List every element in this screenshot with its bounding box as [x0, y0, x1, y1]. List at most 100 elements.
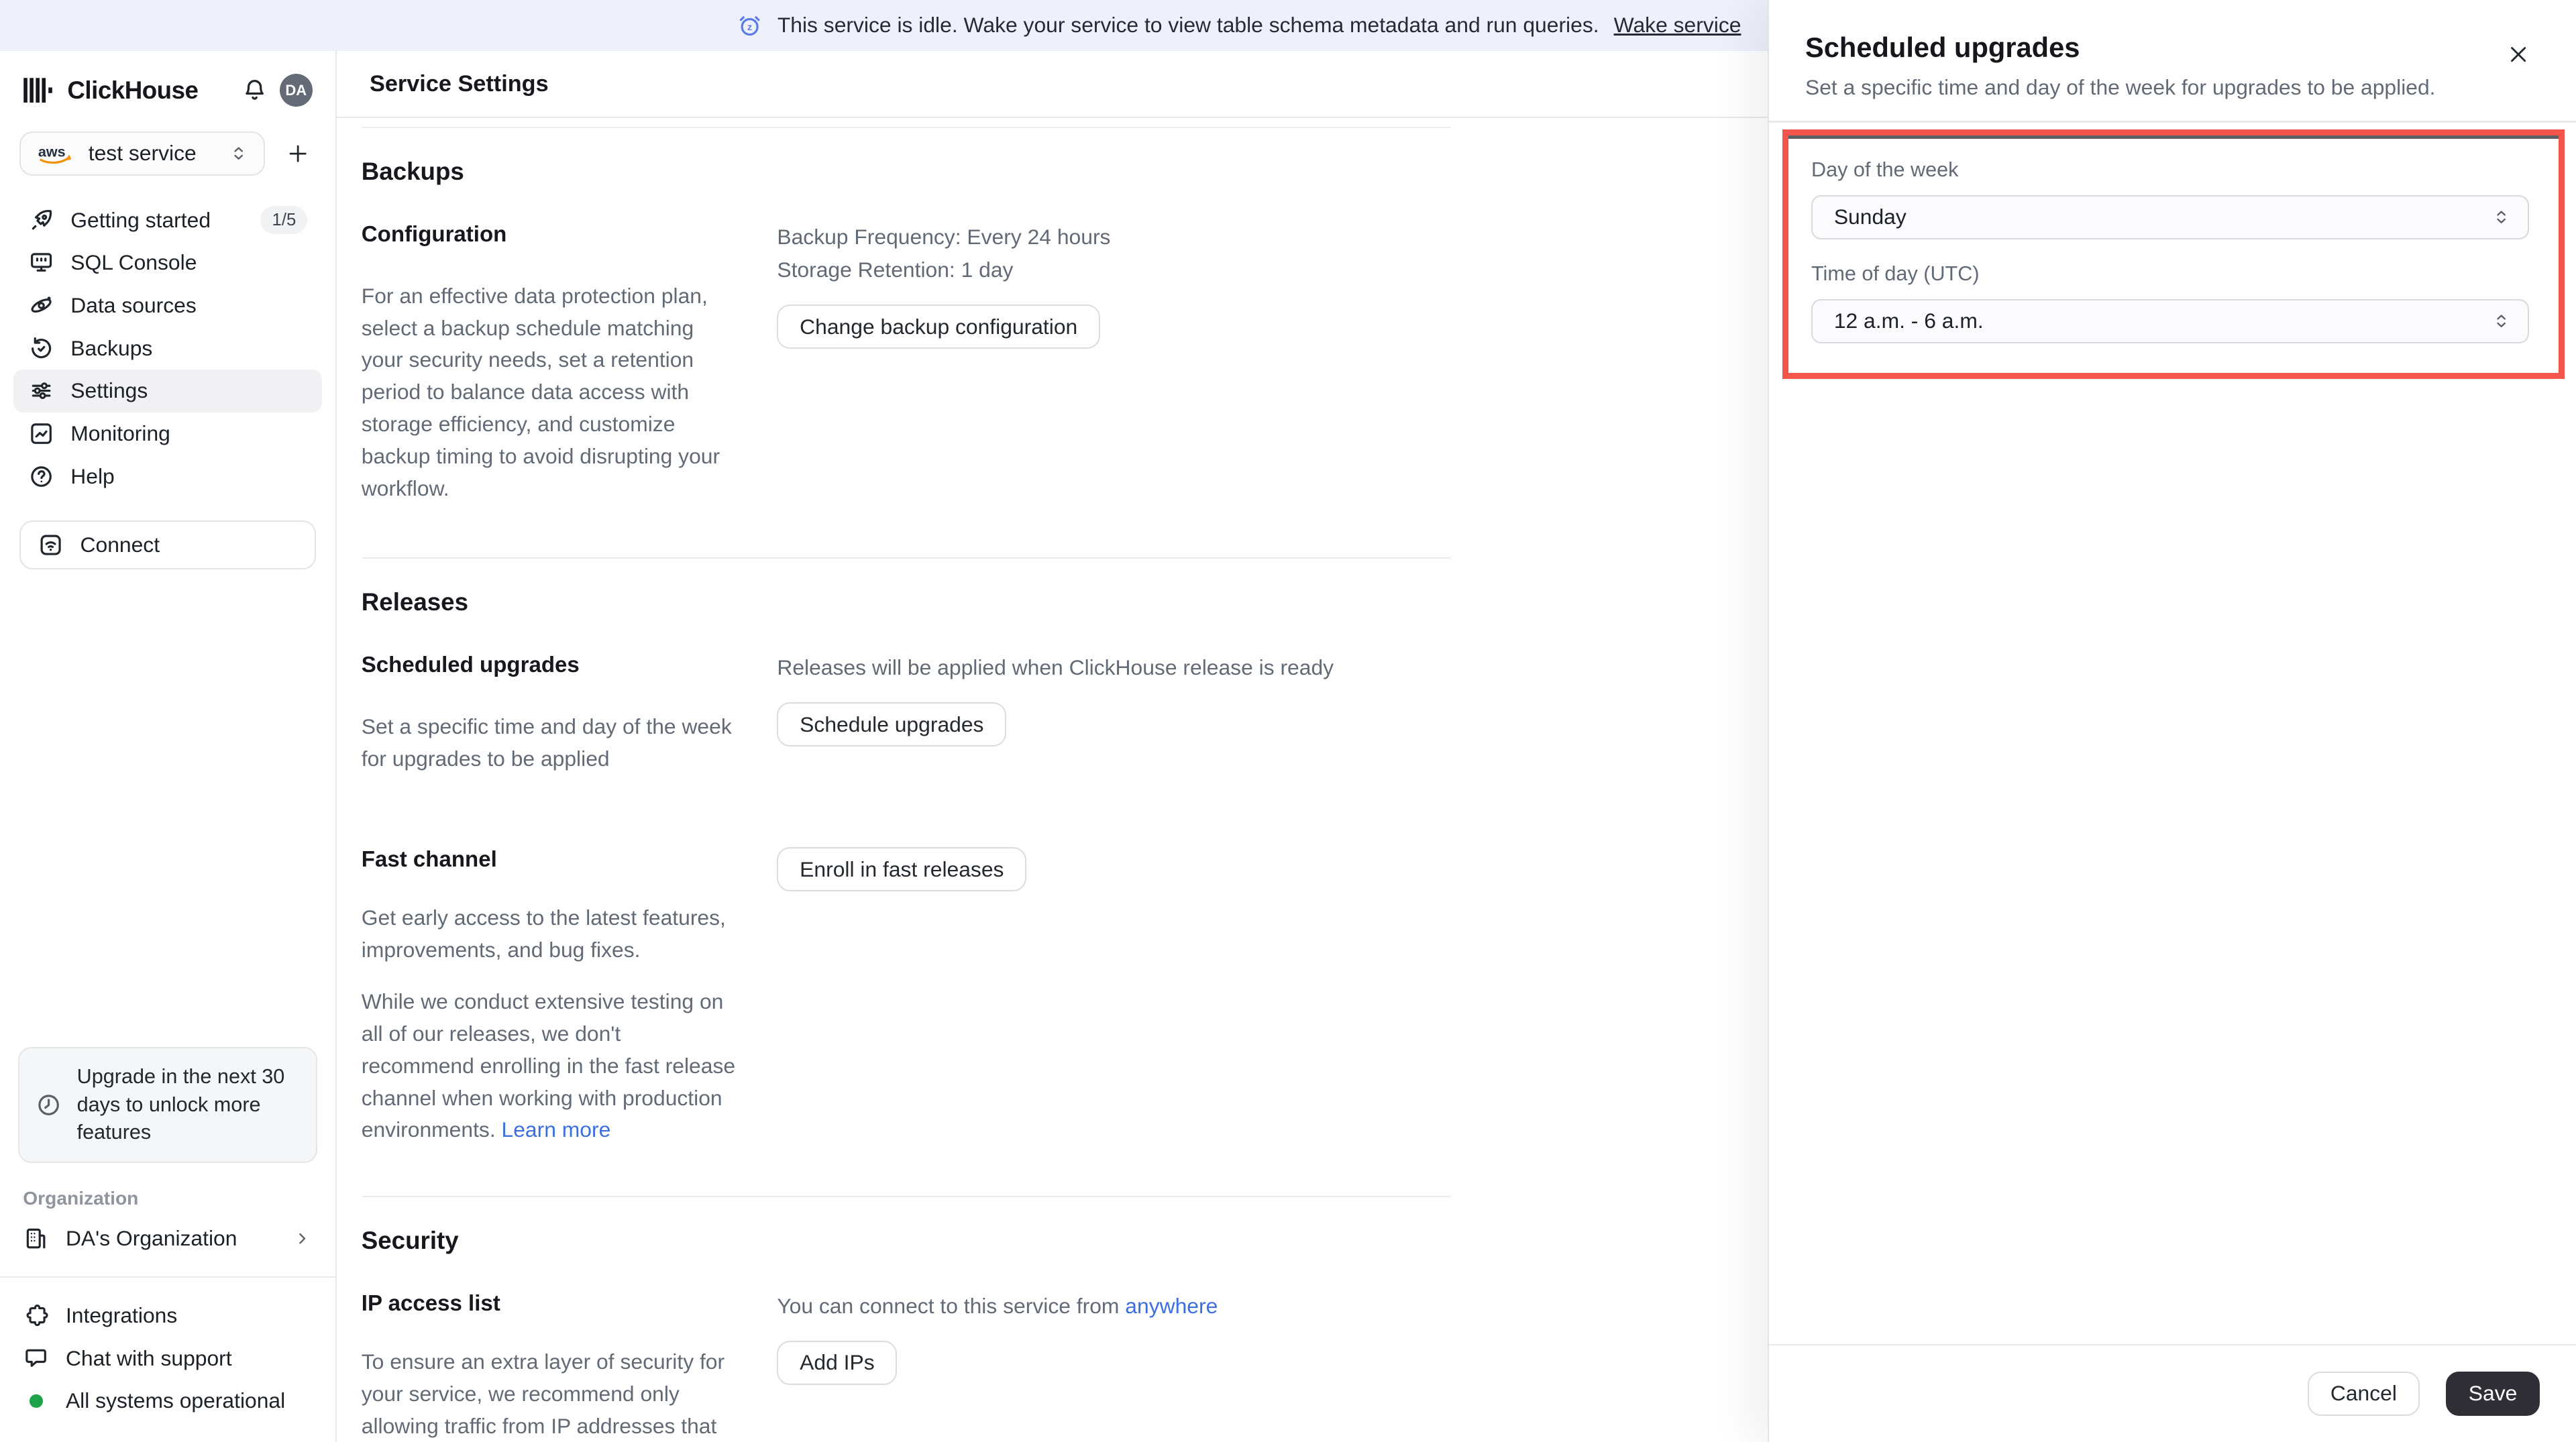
close-panel-button[interactable] [2504, 40, 2533, 69]
schedule-upgrades-button[interactable]: Schedule upgrades [777, 702, 1007, 747]
svg-text:aws: aws [38, 144, 66, 160]
organization-name: DA's Organization [65, 1226, 237, 1251]
time-of-day-value: 12 a.m. - 6 a.m. [1833, 309, 1984, 333]
sidebar-item-data-sources[interactable]: Data sources [13, 284, 323, 327]
sidebar-item-backups[interactable]: Backups [13, 327, 323, 370]
sidebar-nav: Getting started 1/5 SQL Console Data sou… [0, 195, 335, 498]
notifications-button[interactable] [241, 77, 268, 103]
sidebar-divider [0, 1276, 336, 1278]
configuration-title: Configuration [361, 221, 507, 247]
security-section-heading: Security [361, 1227, 459, 1255]
sidebar-item-chat-support[interactable]: Chat with support [0, 1337, 335, 1380]
upgrade-schedule-form: Day of the week Sunday Time of day (UTC)… [1788, 139, 2559, 373]
wifi-icon [40, 535, 61, 555]
chevron-updown-icon [234, 147, 244, 160]
day-of-week-select[interactable]: Sunday [1811, 195, 2529, 239]
chevron-right-icon [299, 1233, 306, 1244]
section-divider [361, 1195, 1451, 1197]
history-icon [31, 337, 51, 358]
avatar[interactable]: DA [279, 74, 313, 107]
sidebar-item-settings[interactable]: Settings [13, 369, 323, 412]
connect-button[interactable]: Connect [19, 520, 316, 569]
ip-access-note: You can connect to this service from any… [777, 1293, 1218, 1318]
sidebar-item-integrations[interactable]: Integrations [0, 1294, 335, 1337]
storage-retention-value: Storage Retention: 1 day [777, 258, 1014, 282]
sidebar-item-getting-started[interactable]: Getting started 1/5 [13, 199, 323, 241]
sidebar-item-label: SQL Console [70, 250, 197, 275]
add-ips-button[interactable]: Add IPs [777, 1340, 898, 1385]
day-of-week-label: Day of the week [1811, 158, 1959, 181]
scheduled-upgrades-panel: Scheduled upgrades Set a specific time a… [1768, 0, 2576, 1442]
scheduled-upgrades-title: Scheduled upgrades [361, 653, 580, 678]
sidebar-item-label: Settings [70, 378, 148, 403]
connect-button-label: Connect [80, 533, 160, 557]
rocket-icon [32, 209, 52, 229]
time-of-day-select[interactable]: 12 a.m. - 6 a.m. [1811, 298, 2529, 343]
ip-access-list-title: IP access list [361, 1290, 500, 1316]
chat-icon [25, 1349, 47, 1367]
close-icon [2511, 46, 2526, 62]
sidebar-item-help[interactable]: Help [13, 455, 323, 498]
day-of-week-value: Sunday [1833, 205, 1907, 229]
sidebar-item-label: Backups [70, 335, 153, 360]
ip-access-list-row: IP access list To ensure an extra layer … [362, 1291, 1451, 1442]
releases-ready-note: Releases will be applied when ClickHouse… [777, 655, 1334, 680]
bell-icon [246, 80, 264, 100]
time-of-day-label: Time of day (UTC) [1811, 262, 1980, 285]
status-dot [30, 1394, 43, 1408]
idle-banner-text: This service is idle. Wake your service … [777, 13, 1599, 38]
cancel-button[interactable]: Cancel [2308, 1371, 2420, 1417]
change-backup-configuration-button[interactable]: Change backup configuration [777, 304, 1101, 349]
anywhere-link[interactable]: anywhere [1125, 1294, 1218, 1318]
terminal-icon [30, 253, 52, 272]
scheduled-upgrades-description: Set a specific time and day of the week … [361, 714, 732, 771]
alarm-snooze-icon: z [739, 16, 760, 36]
puzzle-icon [26, 1305, 48, 1327]
system-status-link[interactable]: All systems operational [0, 1380, 335, 1423]
getting-started-progress-badge: 1/5 [260, 206, 308, 234]
aws-icon: aws [38, 144, 72, 164]
sliders-icon [32, 382, 51, 400]
sidebar: ClickHouse DA aws test service Getting s… [0, 50, 337, 1442]
building-icon [27, 1228, 46, 1249]
panel-subtitle: Set a specific time and day of the week … [1805, 74, 2436, 99]
panel-title: Scheduled upgrades [1805, 31, 2080, 63]
releases-section-heading: Releases [361, 588, 469, 616]
sidebar-item-monitoring[interactable]: Monitoring [13, 412, 323, 455]
page-title: Service Settings [370, 70, 549, 97]
learn-more-link[interactable]: Learn more [502, 1117, 611, 1142]
backup-frequency-value: Backup Frequency: Every 24 hours [777, 224, 1111, 249]
annotation-highlight-box: Day of the week Sunday Time of day (UTC)… [1782, 129, 2565, 379]
save-button[interactable]: Save [2445, 1371, 2540, 1417]
organization-switcher[interactable]: DA's Organization [0, 1217, 335, 1260]
scheduled-upgrades-row: Scheduled upgrades Set a specific time a… [362, 653, 1451, 775]
ip-access-list-description: To ensure an extra layer of security for… [361, 1349, 725, 1438]
upgrade-notice-text: Upgrade in the next 30 days to unlock mo… [76, 1064, 285, 1144]
panel-header: Scheduled upgrades Set a specific time a… [1769, 0, 2576, 100]
brand-title: ClickHouse [67, 76, 199, 104]
panel-divider [1769, 121, 2576, 123]
wake-service-link[interactable]: Wake service [1614, 13, 1741, 38]
configuration-description: For an effective data protection plan, s… [361, 283, 720, 500]
backup-configuration-row: Configuration For an effective data prot… [362, 222, 1451, 504]
section-divider [361, 557, 1451, 559]
service-selector[interactable]: aws test service [19, 131, 265, 176]
sidebar-item-label: Help [70, 463, 115, 488]
service-name: test service [88, 141, 197, 166]
add-service-button[interactable] [283, 139, 313, 168]
backups-section-heading: Backups [361, 158, 464, 186]
chevron-updown-icon [2497, 211, 2506, 223]
sidebar-item-label: Chat with support [65, 1345, 232, 1370]
panel-footer: Cancel Save [1769, 1343, 2576, 1442]
sidebar-item-label: Integrations [65, 1303, 178, 1328]
chevron-updown-icon [2497, 315, 2506, 327]
enroll-fast-releases-button[interactable]: Enroll in fast releases [777, 847, 1027, 892]
help-icon [30, 465, 52, 487]
sidebar-item-sql-console[interactable]: SQL Console [13, 241, 323, 284]
fast-channel-row: Fast channel Get early access to the lat… [362, 847, 1451, 1146]
fast-channel-warning: While we conduct extensive testing on al… [361, 989, 736, 1142]
upgrade-notice-card[interactable]: Upgrade in the next 30 days to unlock mo… [17, 1046, 318, 1163]
app-window: z This service is idle. Wake your servic… [0, 0, 2576, 1442]
svg-text:z: z [747, 22, 752, 33]
